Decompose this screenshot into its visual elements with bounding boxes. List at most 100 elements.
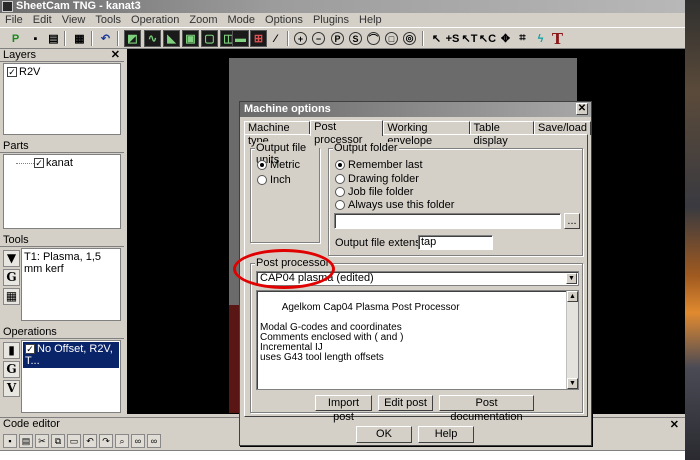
tools-sidebar: ▼ G ▦ bbox=[3, 250, 20, 307]
list-item[interactable]: ✓ kanat bbox=[4, 155, 120, 171]
job-file-folder-radio[interactable]: Job file folder bbox=[335, 186, 413, 198]
view-mode-3-icon[interactable]: ◣ bbox=[163, 30, 180, 47]
ce-paste-icon[interactable]: ▭ bbox=[67, 434, 81, 448]
operation-checkbox[interactable]: ✓ bbox=[25, 344, 35, 355]
menu-options[interactable]: Options bbox=[260, 13, 308, 27]
radio-icon bbox=[335, 187, 345, 197]
menu-operation[interactable]: Operation bbox=[126, 13, 184, 27]
menu-tools[interactable]: Tools bbox=[90, 13, 126, 27]
inch-radio[interactable]: Inch bbox=[257, 174, 291, 186]
text-cursor-icon[interactable]: ↖T bbox=[461, 30, 478, 47]
gcode-op-icon[interactable]: G bbox=[3, 361, 20, 378]
view-mode-8-icon[interactable]: ⊞ bbox=[250, 30, 267, 47]
menu-file[interactable]: File bbox=[0, 13, 28, 27]
menu-bar: File Edit View Tools Operation Zoom Mode… bbox=[0, 13, 685, 27]
gcode-tool-icon[interactable]: G bbox=[3, 269, 20, 286]
zoom-sheet-icon[interactable]: ⌒ bbox=[367, 32, 380, 45]
description-scrollbar[interactable]: ▲ ▼ bbox=[566, 291, 578, 389]
undo-icon[interactable]: ↶ bbox=[97, 30, 114, 47]
zoom-in-icon[interactable]: + bbox=[294, 32, 307, 45]
ce-undo-icon[interactable]: ↶ bbox=[83, 434, 97, 448]
ce-print-icon[interactable]: ▤ bbox=[19, 434, 33, 448]
view-mode-7-icon[interactable]: ▬ bbox=[232, 30, 249, 47]
menu-help[interactable]: Help bbox=[354, 13, 387, 27]
ce-save-icon[interactable]: ▪ bbox=[3, 434, 17, 448]
code-editor-close-icon[interactable]: ✕ bbox=[670, 418, 679, 431]
post-documentation-button[interactable]: Post documentation bbox=[439, 395, 534, 423]
edit-post-button[interactable]: Edit post bbox=[378, 395, 433, 411]
chevron-down-icon[interactable]: ▼ bbox=[566, 273, 577, 284]
list-item[interactable]: ✓ R2V bbox=[4, 64, 120, 80]
zoom-window-icon[interactable]: P bbox=[331, 32, 344, 45]
node-edit-icon[interactable]: ⌗ bbox=[514, 30, 531, 47]
zoom-fit-icon[interactable]: ◎ bbox=[403, 32, 416, 45]
move-icon[interactable]: ✥ bbox=[497, 30, 514, 47]
drawing-folder-radio[interactable]: Drawing folder bbox=[335, 173, 419, 185]
radio-icon bbox=[257, 175, 267, 185]
scroll-up-icon[interactable]: ▲ bbox=[567, 291, 578, 302]
tool-table-icon[interactable]: ▦ bbox=[3, 288, 20, 305]
radio-icon bbox=[335, 160, 345, 170]
radio-icon bbox=[335, 200, 345, 210]
zoom-part-icon[interactable]: S bbox=[349, 32, 362, 45]
code-editor-text[interactable] bbox=[0, 450, 685, 460]
tab-working-envelope[interactable]: Working envelope bbox=[383, 121, 470, 147]
plasma-tool-icon[interactable]: ▼ bbox=[3, 250, 20, 267]
browse-button[interactable]: ... bbox=[564, 213, 580, 229]
parts-panel: Parts ✓ kanat bbox=[0, 140, 124, 232]
tab-post-processor[interactable]: Post processor bbox=[310, 120, 384, 146]
menu-mode[interactable]: Mode bbox=[222, 13, 260, 27]
tab-table-display[interactable]: Table display bbox=[469, 121, 535, 147]
rotate-cursor-icon[interactable]: ↖C bbox=[479, 30, 496, 47]
view-mode-1-icon[interactable]: ◩ bbox=[124, 30, 141, 47]
view-mode-4-icon[interactable]: ▣ bbox=[182, 30, 199, 47]
help-button[interactable]: Help bbox=[418, 426, 474, 443]
toolbar-separator bbox=[422, 31, 424, 46]
folder-path-input[interactable] bbox=[334, 213, 561, 229]
part-checkbox[interactable]: ✓ bbox=[34, 158, 44, 169]
extension-input[interactable]: tap bbox=[418, 235, 493, 250]
post-processor-select[interactable]: CAP04 plasma (edited) ▼ bbox=[256, 271, 579, 286]
view-mode-2-icon[interactable]: ∿ bbox=[144, 30, 161, 47]
dialog-close-icon[interactable]: ✕ bbox=[576, 103, 588, 115]
menu-zoom[interactable]: Zoom bbox=[184, 13, 222, 27]
v-op-icon[interactable]: V bbox=[3, 380, 20, 397]
lightning-icon[interactable]: ϟ bbox=[532, 30, 549, 47]
ok-button[interactable]: OK bbox=[356, 426, 412, 443]
ce-binoculars-icon[interactable]: ∞ bbox=[131, 434, 145, 448]
list-item[interactable]: ✓ No Offset, R2V, T... bbox=[23, 342, 119, 368]
ce-redo-icon[interactable]: ↷ bbox=[99, 434, 113, 448]
menu-view[interactable]: View bbox=[57, 13, 91, 27]
ce-cut-icon[interactable]: ✂ bbox=[35, 434, 49, 448]
parts-panel-header: Parts bbox=[0, 140, 124, 153]
layer-checkbox[interactable]: ✓ bbox=[7, 67, 17, 78]
post-process-icon[interactable]: P bbox=[7, 30, 24, 47]
ce-find-icon[interactable]: ⌕ bbox=[115, 434, 129, 448]
tab-save-load[interactable]: Save/load bbox=[534, 121, 591, 135]
zoom-all-icon[interactable]: □ bbox=[385, 32, 398, 45]
ce-replace-icon[interactable]: ∞ bbox=[147, 434, 161, 448]
wand-icon[interactable]: ⁄ bbox=[267, 30, 284, 47]
import-post-button[interactable]: Import post bbox=[315, 395, 372, 423]
scroll-down-icon[interactable]: ▼ bbox=[567, 378, 578, 389]
menu-plugins[interactable]: Plugins bbox=[308, 13, 354, 27]
window-title: SheetCam TNG - kanat3 bbox=[16, 0, 141, 12]
menu-edit[interactable]: Edit bbox=[28, 13, 57, 27]
view-mode-5-icon[interactable]: ▢ bbox=[201, 30, 218, 47]
tab-machine-type[interactable]: Machine type bbox=[244, 121, 311, 147]
remember-last-radio[interactable]: Remember last bbox=[335, 159, 423, 171]
metric-radio[interactable]: Metric bbox=[257, 159, 300, 171]
print-icon[interactable]: ▤ bbox=[45, 30, 62, 47]
list-item[interactable]: T1: Plasma, 1,5 mm kerf bbox=[22, 249, 120, 277]
text-tool-icon[interactable]: T bbox=[549, 30, 566, 48]
zoom-out-icon[interactable]: − bbox=[312, 32, 325, 45]
start-point-icon[interactable]: +S bbox=[444, 30, 461, 47]
radio-icon bbox=[257, 160, 267, 170]
table-icon[interactable]: ▦ bbox=[71, 30, 88, 47]
ce-copy-icon[interactable]: ⧉ bbox=[51, 434, 65, 448]
select-cursor-icon[interactable]: ↖ bbox=[428, 30, 445, 47]
save-icon[interactable]: ▪ bbox=[27, 30, 44, 47]
layers-close-icon[interactable]: ✕ bbox=[111, 49, 120, 62]
always-use-folder-radio[interactable]: Always use this folder bbox=[335, 199, 454, 211]
plasma-op-icon[interactable]: ▮ bbox=[3, 342, 20, 359]
